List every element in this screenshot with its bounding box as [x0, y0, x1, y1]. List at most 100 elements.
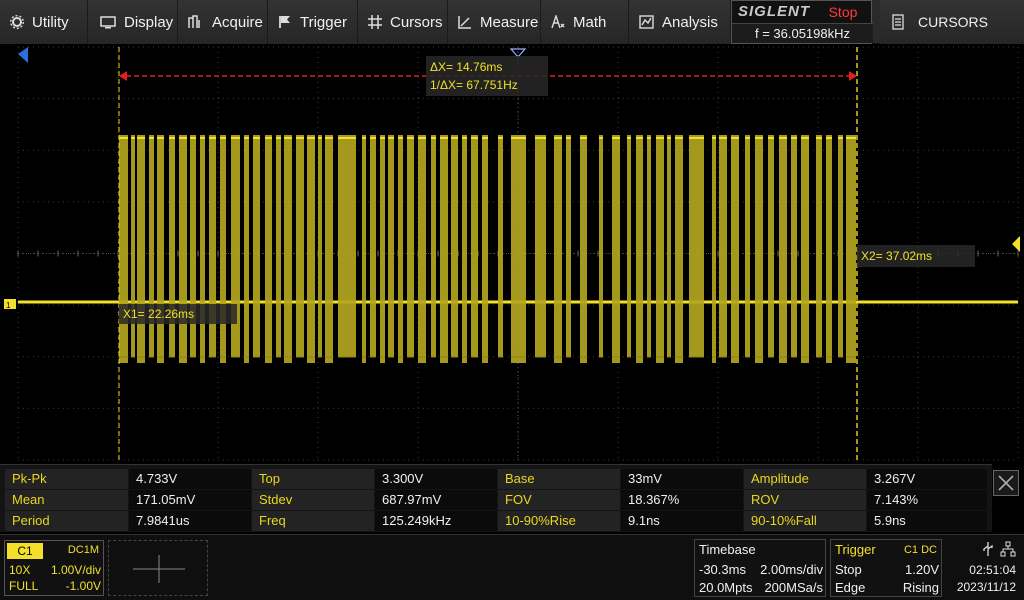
signal-burst [667, 135, 671, 357]
top-menu-bar: Utility Display Acquire Trigger Cursors … [0, 0, 1024, 44]
run-stop-indicator[interactable]: Stop [815, 4, 871, 22]
menu-analysis[interactable]: Analysis [629, 0, 731, 44]
analysis-icon [639, 15, 654, 29]
trigger-title: Trigger [835, 542, 876, 557]
menu-cursors-label: Cursors [390, 13, 443, 31]
signal-burst [712, 135, 716, 363]
measurement-value: 3.300V [375, 469, 497, 489]
measurement-row: Pk-Pk 4.733V Top 3.300V Base 33mV Amplit… [5, 469, 987, 489]
timebase-row: 20.0Mpts 200MSa/s [699, 580, 823, 595]
measurement-close-button[interactable] [993, 470, 1019, 496]
menu-cursors[interactable]: Cursors [358, 0, 448, 44]
menu-analysis-label: Analysis [662, 13, 718, 31]
menu-math[interactable]: Math [541, 0, 629, 44]
measurement-label: 10-90%Rise [498, 511, 620, 531]
signal-burst [220, 135, 226, 363]
signal-burst [431, 135, 436, 357]
channel1-probe: 10X [9, 563, 31, 577]
close-icon [998, 475, 1014, 491]
signal-burst [276, 135, 281, 357]
measurement-label: 90-10%Fall [744, 511, 866, 531]
measurement-label: Period [5, 511, 128, 531]
channel1-bandwidth: FULL [9, 579, 39, 593]
menu-acquire[interactable]: Acquire [178, 0, 268, 44]
horizontal-position-marker[interactable] [18, 47, 28, 63]
measurement-value: 687.97mV [375, 490, 497, 510]
signal-burst [407, 135, 414, 357]
measurement-label: ROV [744, 490, 866, 510]
signal-burst [370, 135, 376, 357]
signal-burst [647, 135, 651, 357]
signal-burst [307, 135, 315, 363]
measurement-value: 5.9ns [867, 511, 987, 531]
measurement-label: Stdev [252, 490, 374, 510]
channel1-scale-row: 10X 1.00V/div [9, 563, 101, 577]
timebase-scale: 2.00ms/div [760, 562, 823, 577]
measurement-label: Pk-Pk [5, 469, 128, 489]
signal-burst [462, 135, 467, 363]
signal-burst [253, 135, 260, 357]
signal-burst [826, 135, 832, 363]
channel1-offset-row: FULL -1.00V [9, 579, 101, 593]
signal-burst [755, 135, 763, 363]
menu-trigger[interactable]: Trigger [268, 0, 358, 44]
trigger-frequency-readout: f = 36.05198kHz [732, 23, 873, 43]
channel1-offset: -1.00V [65, 579, 101, 593]
inverse-delta-x-value: 1/ΔX= 67.751Hz [430, 78, 518, 92]
menu-math-label: Math [573, 13, 607, 31]
signal-burst [636, 135, 643, 363]
signal-burst [791, 135, 797, 357]
signal-burst [179, 135, 187, 363]
cursors-panel-label: CURSORS [918, 14, 989, 30]
signal-burst [535, 135, 546, 357]
trigger-source: C1 DC [903, 544, 937, 556]
flag-icon [279, 16, 290, 28]
cursors-panel-button[interactable]: CURSORS [880, 0, 1024, 44]
trigger-type: Edge [835, 580, 866, 595]
signal-burst [440, 135, 448, 363]
waveform-display[interactable]: 1 ΔX= 14.76ms 1/ΔX= 67.751Hz X1= 22.26ms… [0, 45, 1024, 462]
measurement-value: 33mV [621, 469, 743, 489]
timebase-panel[interactable]: Timebase -30.3ms 2.00ms/div 20.0Mpts 200… [694, 539, 826, 597]
cursor-x1-readout: X1= 22.26ms [119, 304, 237, 324]
signal-burst [846, 135, 856, 363]
math-icon [551, 15, 565, 29]
menu-display-label: Display [124, 13, 174, 31]
delta-x-value: ΔX= 14.76ms [430, 60, 503, 74]
siglent-logo: SIGLENT [738, 3, 811, 20]
signal-burst [675, 135, 683, 363]
measurement-table: Pk-Pk 4.733V Top 3.300V Base 33mV Amplit… [0, 464, 992, 532]
signal-burst [362, 135, 366, 363]
signal-burst [200, 135, 205, 363]
trigger-mode: Stop [835, 562, 862, 577]
measurement-value: 4.733V [129, 469, 251, 489]
signal-burst [779, 135, 787, 363]
signal-burst [801, 135, 809, 363]
signal-burst [689, 135, 704, 357]
measurement-row: Period 7.9841us Freq 125.249kHz 10-90%Ri… [5, 511, 987, 531]
measurement-label: Base [498, 469, 620, 489]
crosshair-icon [133, 555, 185, 583]
channel1-settings[interactable]: C1 DC1M 10X 1.00V/div FULL -1.00V [4, 540, 104, 596]
signal-burst [265, 135, 272, 363]
signal-burst [471, 135, 478, 357]
signal-burst [731, 135, 739, 363]
trigger-level-marker[interactable] [1012, 236, 1020, 252]
gear-icon [10, 15, 24, 29]
trigger-row: Edge Rising [835, 580, 939, 595]
measurement-label: Top [252, 469, 374, 489]
menu-display[interactable]: Display [88, 0, 178, 44]
trigger-panel[interactable]: Trigger C1 DC Stop 1.20V Edge Rising [830, 539, 942, 597]
timebase-title: Timebase [699, 542, 756, 557]
signal-burst [719, 135, 727, 357]
add-channel-slot[interactable] [108, 540, 208, 596]
clock-time: 02:51:04 [969, 563, 1016, 577]
signal-burst [612, 135, 620, 363]
clock-panel: 02:51:04 2023/11/12 [946, 539, 1022, 597]
menu-measure-label: Measure [480, 13, 539, 31]
menu-utility[interactable]: Utility [0, 0, 88, 44]
measurement-value: 7.143% [867, 490, 987, 510]
clock-date: 2023/11/12 [956, 580, 1016, 594]
measurement-value: 18.367% [621, 490, 743, 510]
menu-measure[interactable]: Measure [448, 0, 541, 44]
